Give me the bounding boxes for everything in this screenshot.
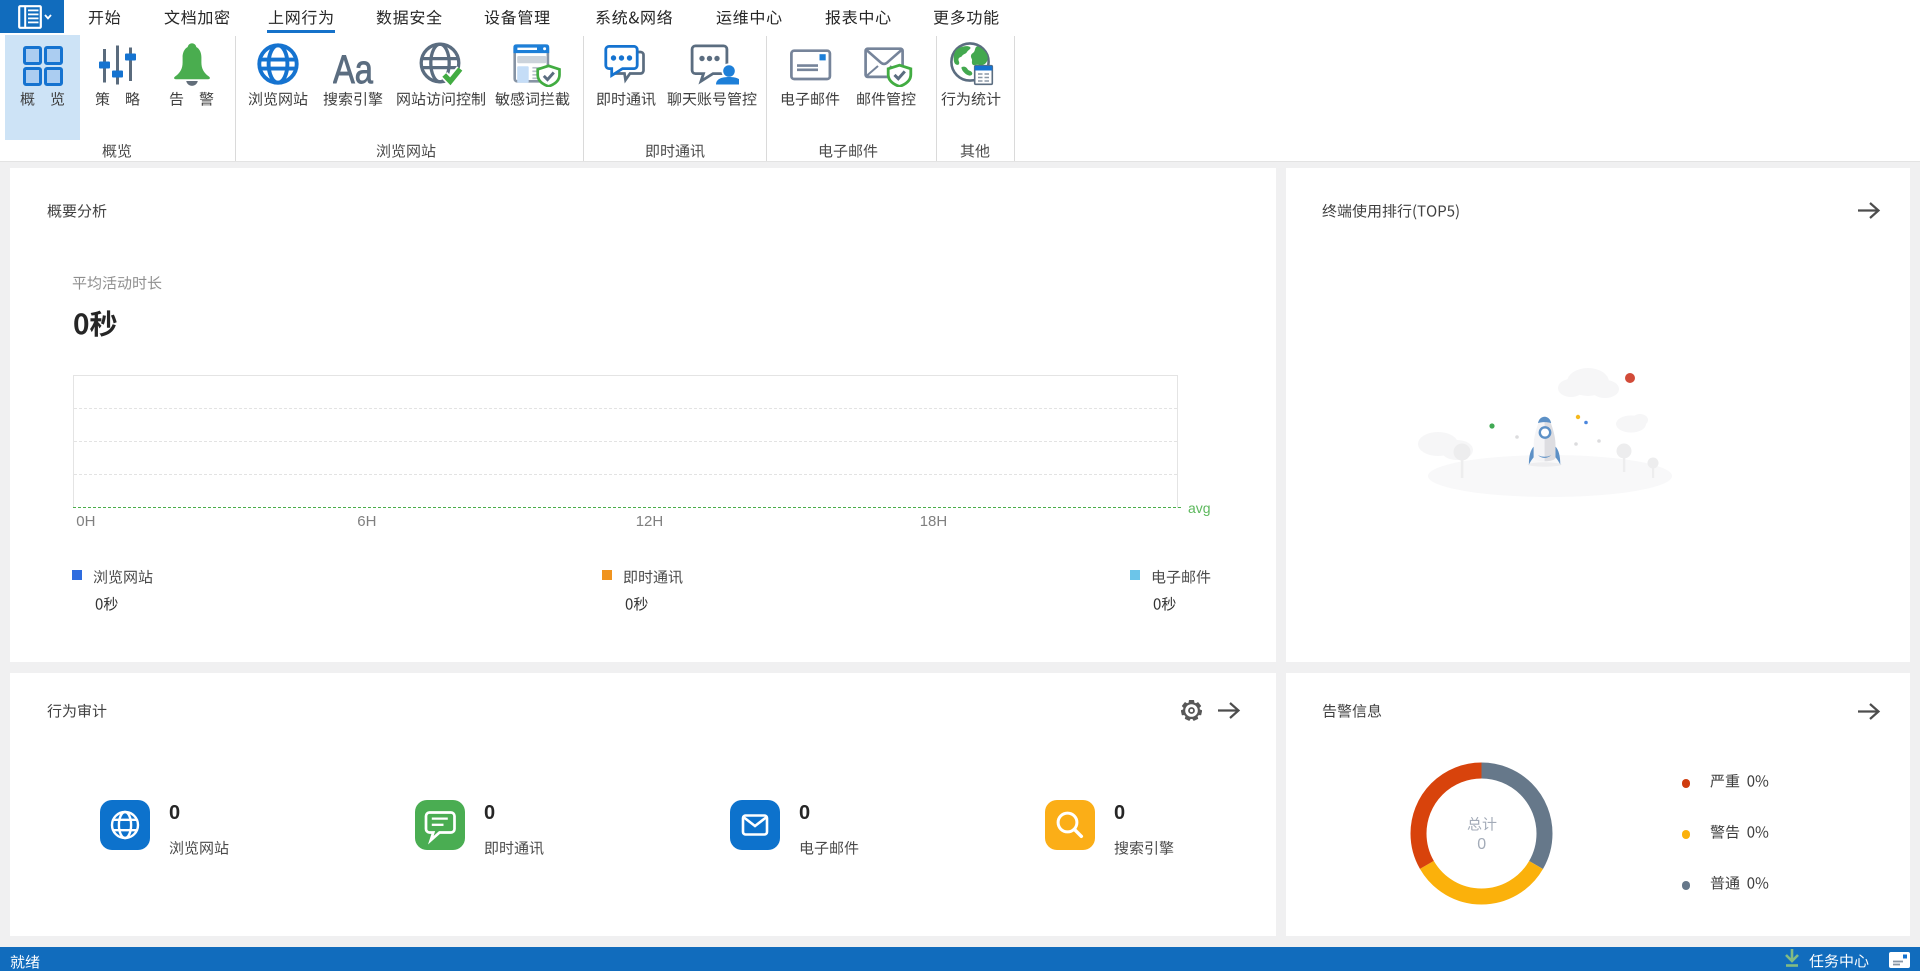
svg-text:Aa: Aa xyxy=(333,48,374,86)
